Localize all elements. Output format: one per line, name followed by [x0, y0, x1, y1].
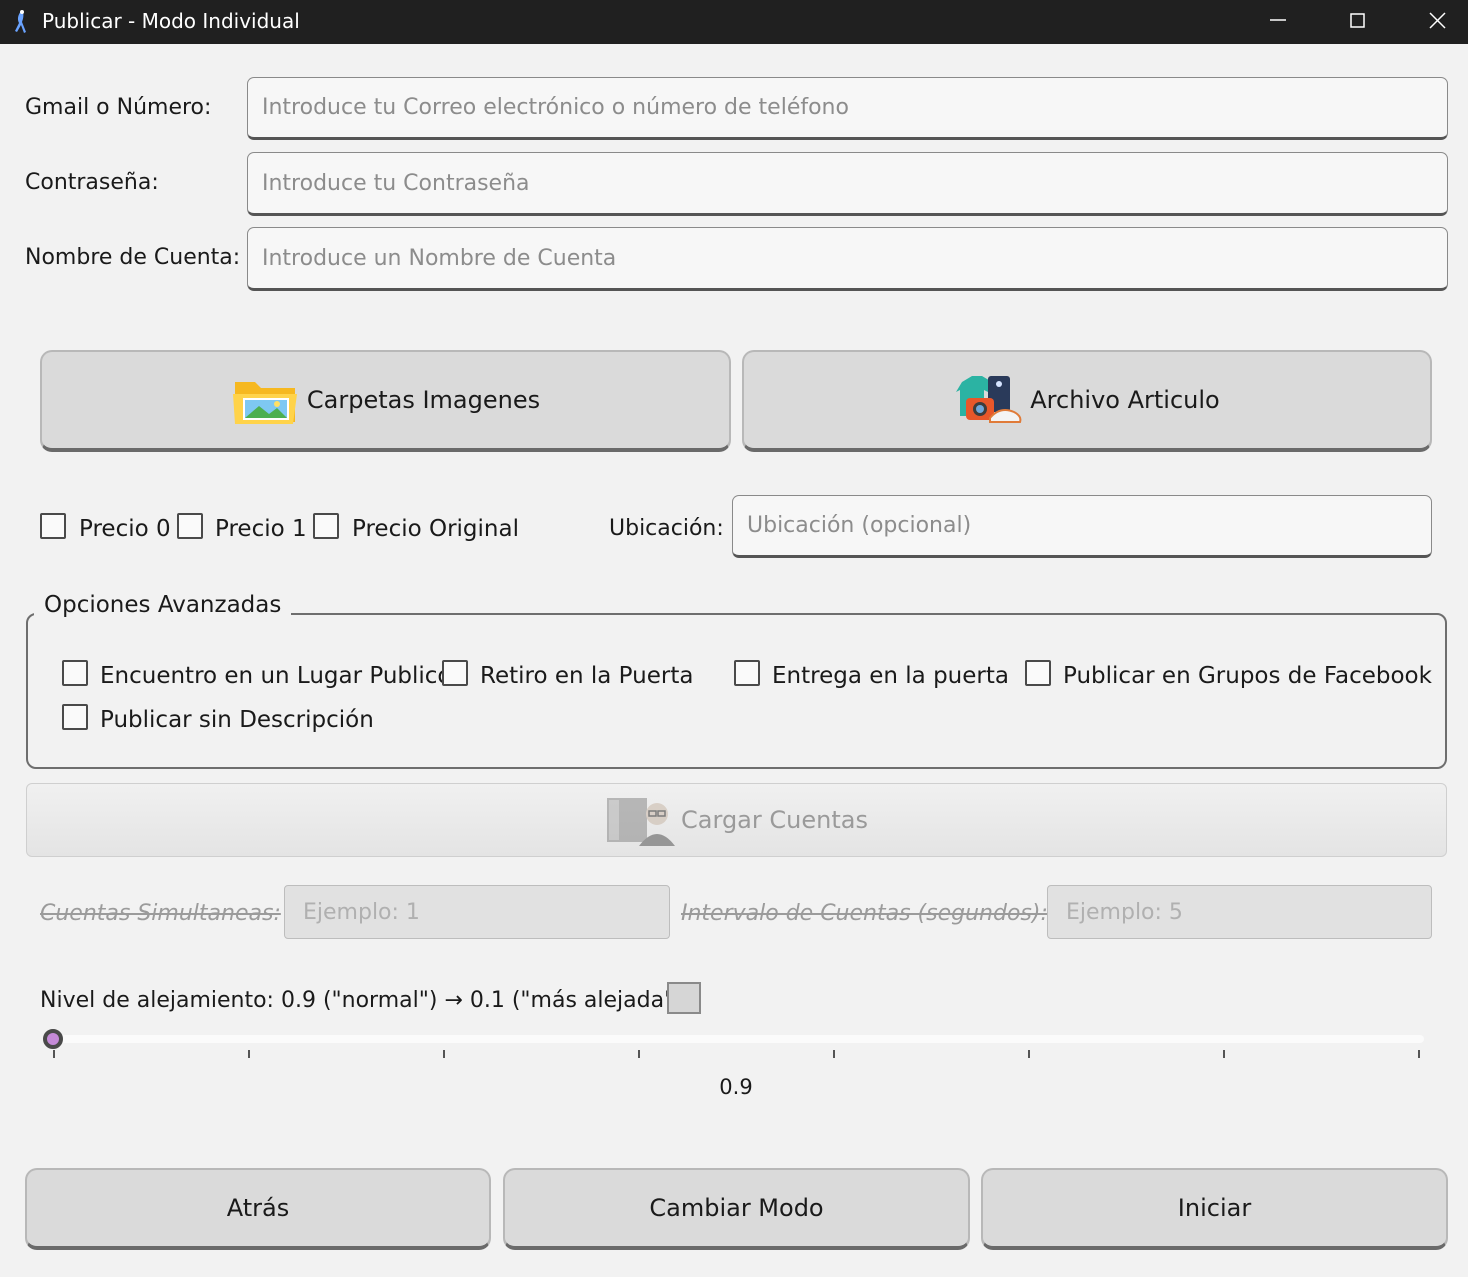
no-description-checkbox[interactable]	[62, 704, 88, 730]
change-mode-button[interactable]: Cambiar Modo	[503, 1168, 970, 1250]
zoom-slider-tick	[1223, 1050, 1225, 1058]
email-input[interactable]	[247, 77, 1448, 140]
door-delivery-checkbox[interactable]	[734, 660, 760, 686]
password-input[interactable]	[247, 152, 1448, 216]
zoom-value: 0.9	[719, 1075, 753, 1099]
article-file-label: Archivo Articulo	[1030, 386, 1220, 414]
accounts-interval-input[interactable]	[1047, 885, 1432, 939]
zoom-slider-tick	[443, 1050, 445, 1058]
price-original-checkbox[interactable]	[313, 513, 339, 539]
start-label: Iniciar	[1177, 1194, 1252, 1222]
no-description-label: Publicar sin Descripción	[100, 707, 374, 733]
window-title: Publicar - Modo Individual	[42, 9, 300, 33]
zoom-slider-tick	[53, 1050, 55, 1058]
zoom-slider-tick	[833, 1050, 835, 1058]
start-button[interactable]: Iniciar	[981, 1168, 1448, 1250]
article-file-button[interactable]: Archivo Articulo	[742, 350, 1432, 452]
zoom-slider[interactable]	[52, 1035, 1424, 1043]
zoom-slider-thumb[interactable]	[43, 1029, 63, 1049]
title-bar: Publicar - Modo Individual	[0, 0, 1468, 44]
images-folder-button[interactable]: Carpetas Imagenes	[40, 350, 731, 452]
advanced-options-title: Opciones Avanzadas	[34, 592, 292, 618]
app-icon	[15, 10, 26, 33]
door-pickup-checkbox[interactable]	[442, 660, 468, 686]
close-icon	[1429, 12, 1446, 29]
public-place-label: Encuentro en un Lugar Publico	[100, 663, 452, 689]
location-label: Ubicación:	[609, 516, 724, 541]
advanced-options-group	[26, 613, 1447, 769]
close-button[interactable]	[1398, 0, 1468, 44]
images-folder-label: Carpetas Imagenes	[306, 386, 541, 414]
location-input[interactable]	[732, 495, 1432, 558]
minimize-icon	[1270, 19, 1286, 21]
simultaneous-accounts-input[interactable]	[284, 885, 670, 939]
back-button[interactable]: Atrás	[25, 1168, 491, 1250]
price-0-checkbox[interactable]	[40, 513, 66, 539]
load-accounts-button[interactable]: Cargar Cuentas	[26, 783, 1447, 857]
account-name-label: Nombre de Cuenta:	[25, 245, 241, 270]
password-label: Contraseña:	[25, 170, 159, 195]
accounts-interval-label: Intervalo de Cuentas (segundos):	[681, 901, 1048, 926]
minimize-button[interactable]	[1238, 0, 1318, 44]
facebook-groups-label: Publicar en Grupos de Facebook	[1063, 663, 1432, 689]
public-place-checkbox[interactable]	[62, 660, 88, 686]
back-label: Atrás	[226, 1194, 290, 1222]
price-original-label: Precio Original	[352, 516, 519, 542]
price-0-label: Precio 0	[79, 516, 171, 542]
zoom-level-label: Nivel de alejamiento: 0.9 ("normal") → 0…	[40, 988, 683, 1013]
load-accounts-label: Cargar Cuentas	[681, 806, 868, 834]
door-pickup-label: Retiro en la Puerta	[480, 663, 694, 689]
facebook-groups-checkbox[interactable]	[1025, 660, 1051, 686]
zoom-slider-tick	[1028, 1050, 1030, 1058]
zoom-toggle-checkbox[interactable]	[667, 982, 701, 1014]
accounts-user-icon	[607, 798, 676, 846]
maximize-button[interactable]	[1318, 0, 1398, 44]
simultaneous-accounts-label: Cuentas Simultaneas:	[40, 901, 281, 926]
door-delivery-label: Entrega en la puerta	[772, 663, 1009, 689]
folder-image-icon	[232, 382, 297, 424]
price-1-checkbox[interactable]	[177, 513, 203, 539]
products-icon	[956, 376, 1022, 423]
change-mode-label: Cambiar Modo	[649, 1194, 824, 1222]
price-1-label: Precio 1	[215, 516, 307, 542]
email-label: Gmail o Número:	[25, 95, 212, 120]
account-name-input[interactable]	[247, 227, 1448, 291]
zoom-slider-tick	[638, 1050, 640, 1058]
zoom-slider-tick	[1418, 1050, 1420, 1058]
maximize-icon	[1350, 13, 1365, 28]
zoom-slider-tick	[248, 1050, 250, 1058]
